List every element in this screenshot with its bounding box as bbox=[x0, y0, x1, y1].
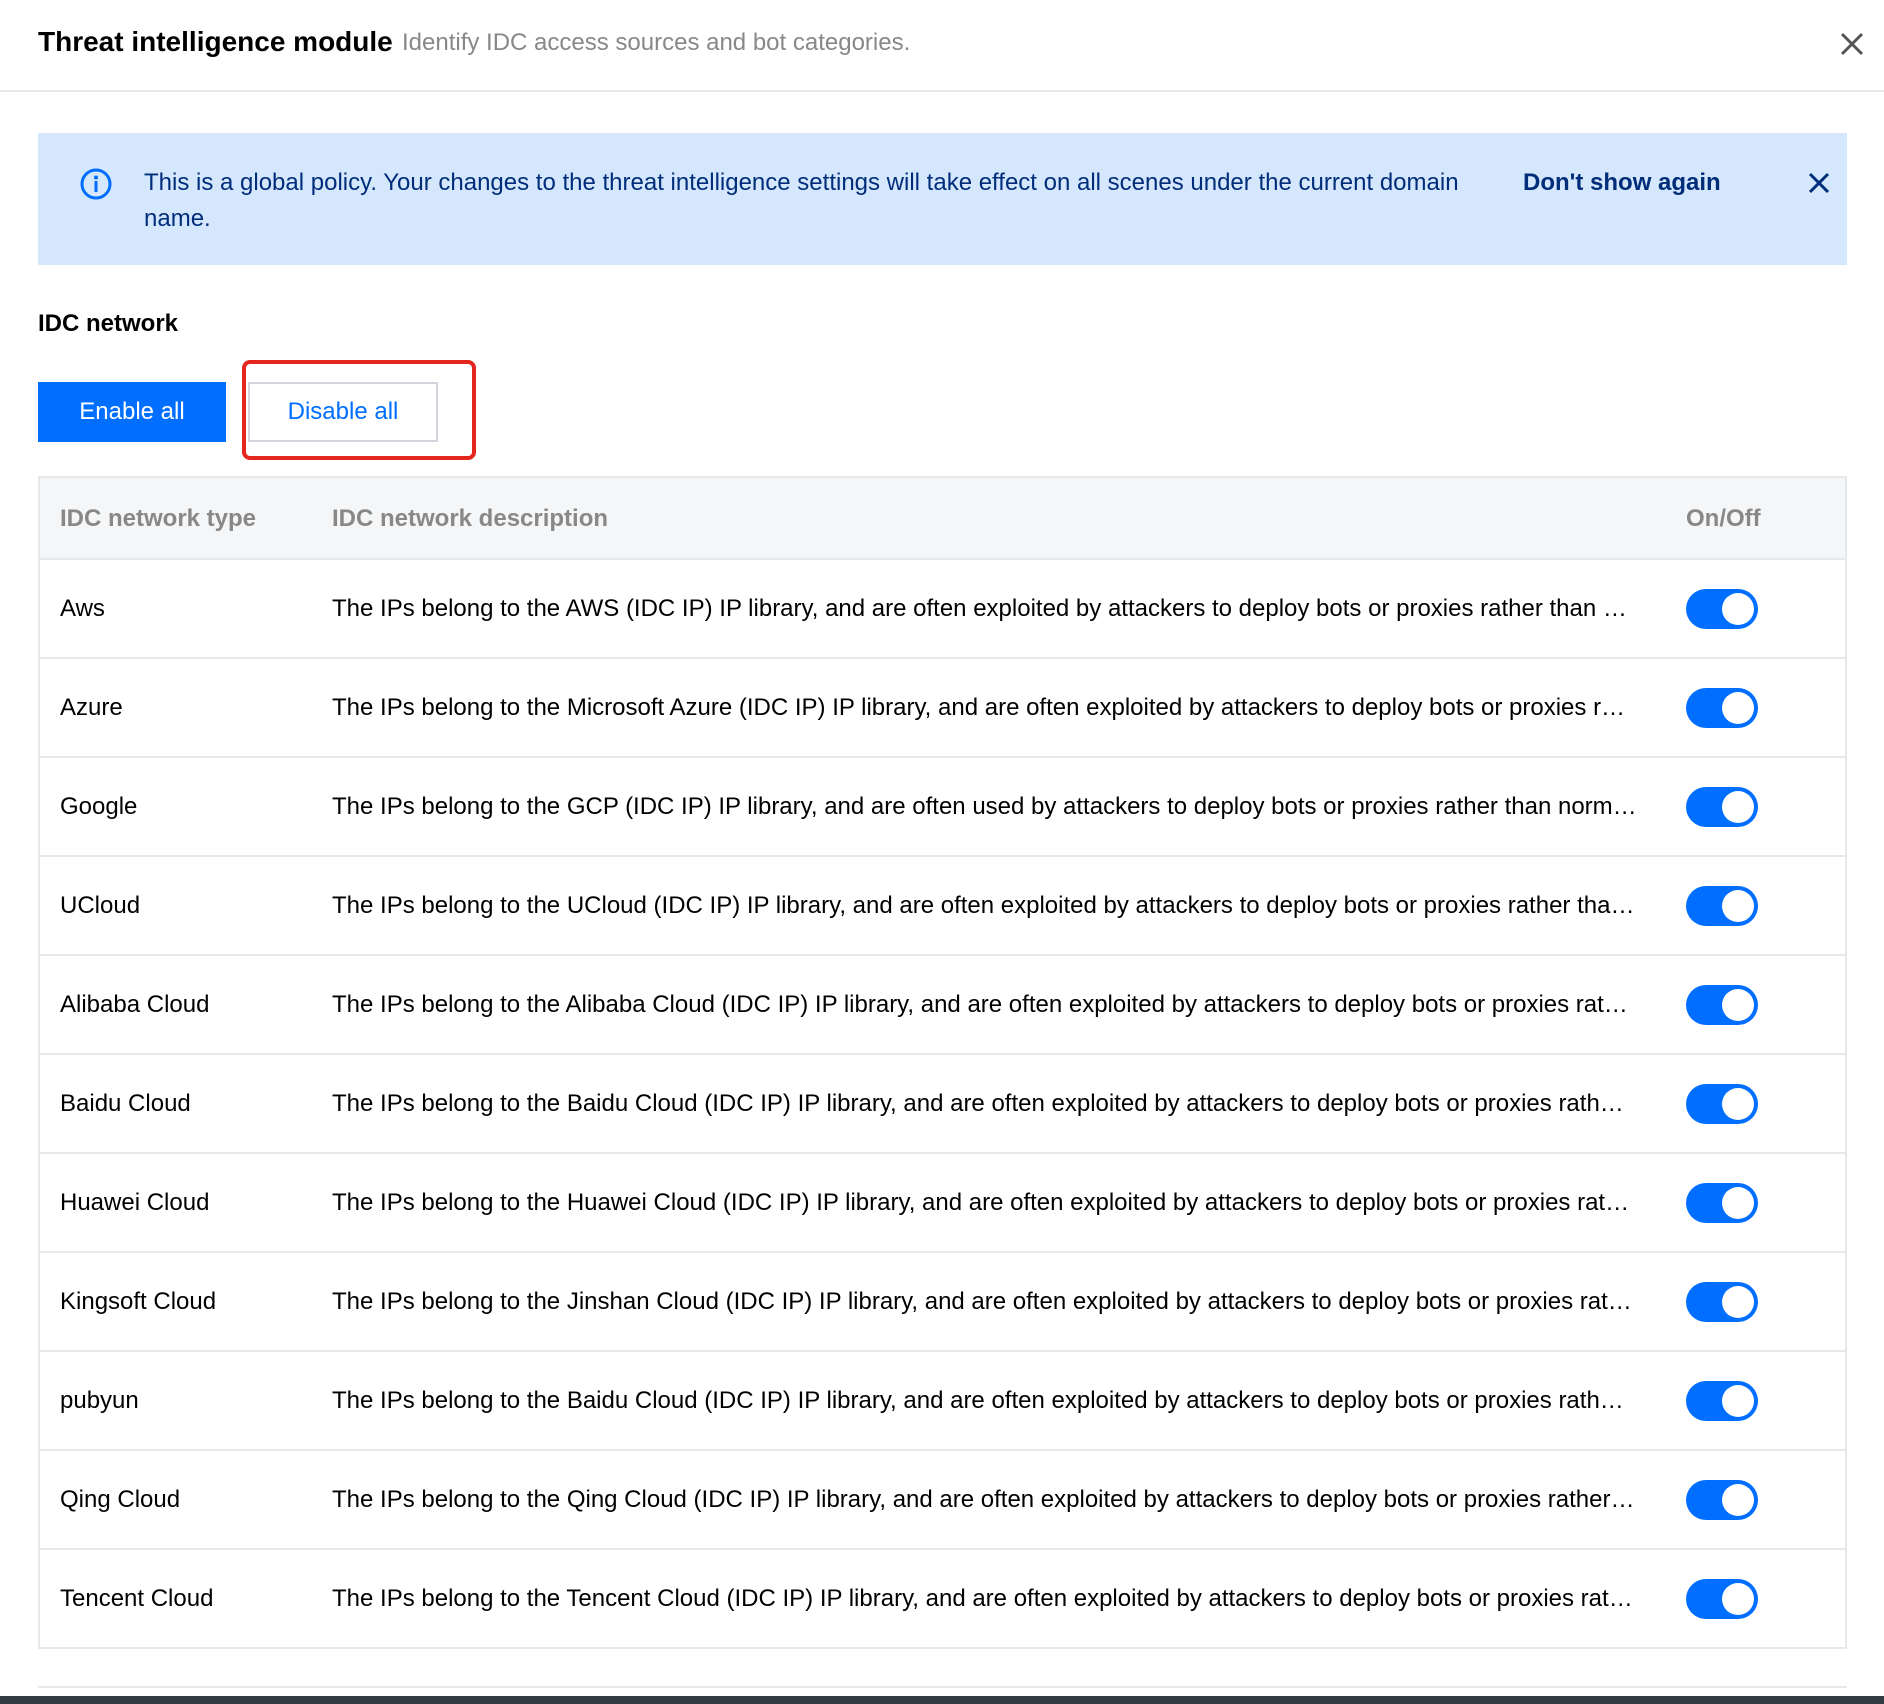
table-row: Huawei Cloud The IPs belong to the Huawe… bbox=[40, 1154, 1845, 1253]
row-toggle[interactable] bbox=[1686, 589, 1758, 629]
column-header-description: IDC network description bbox=[332, 505, 609, 532]
table-row: Tencent Cloud The IPs belong to the Tenc… bbox=[40, 1550, 1845, 1649]
section-title: IDC network bbox=[38, 310, 179, 337]
row-type: Google bbox=[60, 793, 138, 820]
row-description: The IPs belong to the Alibaba Cloud (IDC… bbox=[332, 991, 1628, 1018]
row-description: The IPs belong to the Qing Cloud (IDC IP… bbox=[332, 1486, 1635, 1513]
row-type: Alibaba Cloud bbox=[60, 991, 210, 1018]
dont-show-again-link[interactable]: Don't show again bbox=[1523, 165, 1721, 201]
row-type: Azure bbox=[60, 694, 123, 721]
table-header: IDC network type IDC network description… bbox=[40, 478, 1845, 560]
toggle-knob bbox=[1722, 1088, 1754, 1120]
info-icon bbox=[80, 168, 112, 200]
table-row: pubyun The IPs belong to the Baidu Cloud… bbox=[40, 1352, 1845, 1451]
notice-close-icon[interactable] bbox=[1804, 168, 1834, 198]
row-type: Tencent Cloud bbox=[60, 1585, 214, 1612]
column-header-type: IDC network type bbox=[60, 505, 257, 532]
row-type: Baidu Cloud bbox=[60, 1090, 191, 1117]
row-description: The IPs belong to the Baidu Cloud (IDC I… bbox=[332, 1090, 1624, 1117]
row-toggle[interactable] bbox=[1686, 787, 1758, 827]
row-toggle[interactable] bbox=[1686, 1579, 1758, 1619]
row-description: The IPs belong to the Microsoft Azure (I… bbox=[332, 694, 1626, 721]
toggle-knob bbox=[1722, 890, 1754, 922]
toggle-knob bbox=[1722, 1187, 1754, 1219]
row-toggle[interactable] bbox=[1686, 1480, 1758, 1520]
row-type: Qing Cloud bbox=[60, 1486, 181, 1513]
table-row: Kingsoft Cloud The IPs belong to the Jin… bbox=[40, 1253, 1845, 1352]
toggle-knob bbox=[1722, 791, 1754, 823]
table-row: Alibaba Cloud The IPs belong to the Alib… bbox=[40, 956, 1845, 1055]
row-description: The IPs belong to the AWS (IDC IP) IP li… bbox=[332, 595, 1627, 622]
dialog-header: Threat intelligence module Identify IDC … bbox=[0, 0, 1884, 92]
table-row: Baidu Cloud The IPs belong to the Baidu … bbox=[40, 1055, 1845, 1154]
toggle-knob bbox=[1722, 1484, 1754, 1516]
dialog-subtitle: Identify IDC access sources and bot cate… bbox=[402, 29, 911, 56]
table-row: Aws The IPs belong to the AWS (IDC IP) I… bbox=[40, 560, 1845, 659]
row-type: Aws bbox=[60, 595, 105, 622]
idc-network-table: IDC network type IDC network description… bbox=[38, 476, 1847, 1649]
row-description: The IPs belong to the Jinshan Cloud (IDC… bbox=[332, 1288, 1632, 1315]
footer-divider bbox=[38, 1686, 1847, 1688]
notice-text: This is a global policy. Your changes to… bbox=[144, 169, 1459, 232]
row-toggle[interactable] bbox=[1686, 688, 1758, 728]
row-type: UCloud bbox=[60, 892, 141, 919]
row-toggle[interactable] bbox=[1686, 1084, 1758, 1124]
row-description: The IPs belong to the GCP (IDC IP) IP li… bbox=[332, 793, 1637, 820]
close-icon[interactable] bbox=[1832, 24, 1872, 64]
global-policy-notice: This is a global policy. Your changes to… bbox=[38, 133, 1847, 265]
highlight-annotation bbox=[242, 360, 476, 460]
toggle-knob bbox=[1722, 1286, 1754, 1318]
table-row: Azure The IPs belong to the Microsoft Az… bbox=[40, 659, 1845, 758]
table-row: UCloud The IPs belong to the UCloud (IDC… bbox=[40, 857, 1845, 956]
threat-intelligence-dialog: Threat intelligence module Identify IDC … bbox=[0, 0, 1884, 1704]
row-toggle[interactable] bbox=[1686, 1282, 1758, 1322]
toggle-knob bbox=[1722, 692, 1754, 724]
row-type: pubyun bbox=[60, 1387, 139, 1414]
toggle-knob bbox=[1722, 593, 1754, 625]
dialog-title: Threat intelligence module bbox=[38, 26, 393, 57]
table-row: Google The IPs belong to the GCP (IDC IP… bbox=[40, 758, 1845, 857]
row-description: The IPs belong to the Tencent Cloud (IDC… bbox=[332, 1585, 1633, 1612]
row-description: The IPs belong to the Huawei Cloud (IDC … bbox=[332, 1189, 1630, 1216]
row-description: The IPs belong to the UCloud (IDC IP) IP… bbox=[332, 892, 1635, 919]
toggle-knob bbox=[1722, 1385, 1754, 1417]
enable-all-button[interactable]: Enable all bbox=[38, 382, 226, 442]
row-toggle[interactable] bbox=[1686, 985, 1758, 1025]
row-description: The IPs belong to the Baidu Cloud (IDC I… bbox=[332, 1387, 1624, 1414]
table-row: Qing Cloud The IPs belong to the Qing Cl… bbox=[40, 1451, 1845, 1550]
row-toggle[interactable] bbox=[1686, 886, 1758, 926]
toggle-knob bbox=[1722, 1583, 1754, 1615]
row-type: Kingsoft Cloud bbox=[60, 1288, 217, 1315]
row-type: Huawei Cloud bbox=[60, 1189, 210, 1216]
column-header-onoff: On/Off bbox=[1686, 505, 1761, 532]
toggle-knob bbox=[1722, 989, 1754, 1021]
background-strip bbox=[0, 1696, 1884, 1704]
row-toggle[interactable] bbox=[1686, 1381, 1758, 1421]
row-toggle[interactable] bbox=[1686, 1183, 1758, 1223]
